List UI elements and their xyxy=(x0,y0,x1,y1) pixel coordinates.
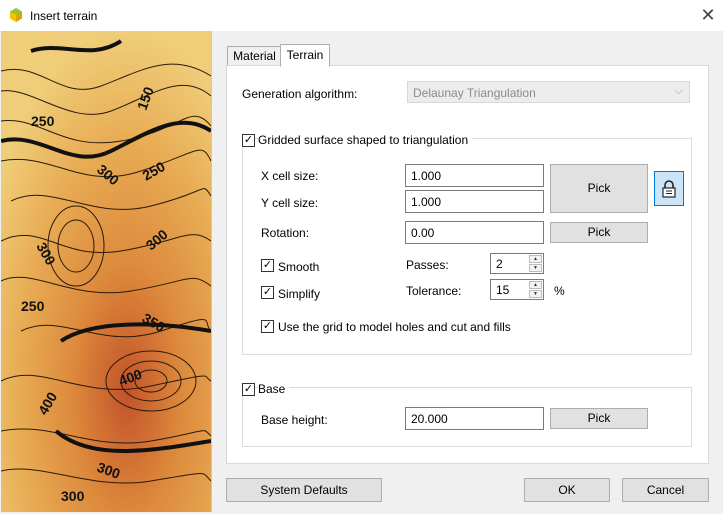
use-grid-label: Use the grid to model holes and cut and … xyxy=(278,320,511,334)
lock-aspect-button[interactable] xyxy=(654,171,684,206)
y-cell-size-label: Y cell size: xyxy=(261,196,319,210)
base-height-label: Base height: xyxy=(261,413,328,427)
use-grid-checkbox[interactable]: ✓ xyxy=(261,320,274,333)
tab-material[interactable]: Material xyxy=(227,46,282,66)
tolerance-label: Tolerance: xyxy=(406,284,462,298)
map-label: 250 xyxy=(31,113,55,129)
gridded-surface-label: Gridded surface shaped to triangulation xyxy=(258,133,473,147)
x-cell-size-input[interactable]: 1.000 xyxy=(405,164,544,187)
passes-label: Passes: xyxy=(406,258,449,272)
ok-button[interactable]: OK xyxy=(524,478,610,502)
cell-size-pick-button[interactable]: Pick xyxy=(550,164,648,213)
cancel-button[interactable]: Cancel xyxy=(622,478,709,502)
window-title: Insert terrain xyxy=(30,9,98,23)
tolerance-spinner[interactable]: 15 ▲ ▼ xyxy=(490,279,544,300)
base-label: Base xyxy=(258,382,290,396)
tolerance-unit: % xyxy=(554,284,565,298)
title-bar: Insert terrain ✕ xyxy=(0,0,723,31)
generation-algorithm-select[interactable]: Delaunay Triangulation ⌵ xyxy=(407,81,690,103)
passes-value: 2 xyxy=(496,257,503,271)
app-icon xyxy=(10,8,22,22)
gridded-surface-checkbox[interactable]: ✓ xyxy=(242,134,255,147)
terrain-preview-image: 150 250 250 300 300 350 400 400 300 250 … xyxy=(1,31,212,512)
lock-icon xyxy=(662,180,676,198)
map-label: 300 xyxy=(61,488,85,504)
close-icon[interactable]: ✕ xyxy=(697,4,719,26)
tolerance-value: 15 xyxy=(496,283,510,297)
system-defaults-button[interactable]: System Defaults xyxy=(226,478,382,502)
simplify-label: Simplify xyxy=(278,287,321,301)
base-checkbox[interactable]: ✓ xyxy=(242,383,255,396)
spin-down-icon[interactable]: ▼ xyxy=(529,264,542,272)
map-label: 250 xyxy=(21,298,45,314)
smooth-checkbox[interactable]: ✓ xyxy=(261,259,274,272)
generation-algorithm-label: Generation algorithm: xyxy=(242,87,358,101)
x-cell-size-label: X cell size: xyxy=(261,169,319,183)
smooth-label: Smooth xyxy=(278,260,320,274)
rotation-pick-button[interactable]: Pick xyxy=(550,222,648,243)
tab-terrain[interactable]: Terrain xyxy=(280,44,330,67)
rotation-label: Rotation: xyxy=(261,226,310,240)
spin-up-icon[interactable]: ▲ xyxy=(529,281,542,289)
terrain-panel: Generation algorithm: Delaunay Triangula… xyxy=(226,65,709,464)
simplify-checkbox[interactable]: ✓ xyxy=(261,286,274,299)
generation-algorithm-value: Delaunay Triangulation xyxy=(413,86,536,100)
spin-up-icon[interactable]: ▲ xyxy=(529,255,542,263)
y-cell-size-input[interactable]: 1.000 xyxy=(405,190,544,213)
base-height-input[interactable]: 20.000 xyxy=(405,407,544,430)
chevron-down-icon: ⌵ xyxy=(674,85,683,97)
base-height-pick-button[interactable]: Pick xyxy=(550,408,648,429)
rotation-input[interactable]: 0.00 xyxy=(405,221,544,244)
passes-spinner[interactable]: 2 ▲ ▼ xyxy=(490,253,544,274)
spin-down-icon[interactable]: ▼ xyxy=(529,290,542,298)
